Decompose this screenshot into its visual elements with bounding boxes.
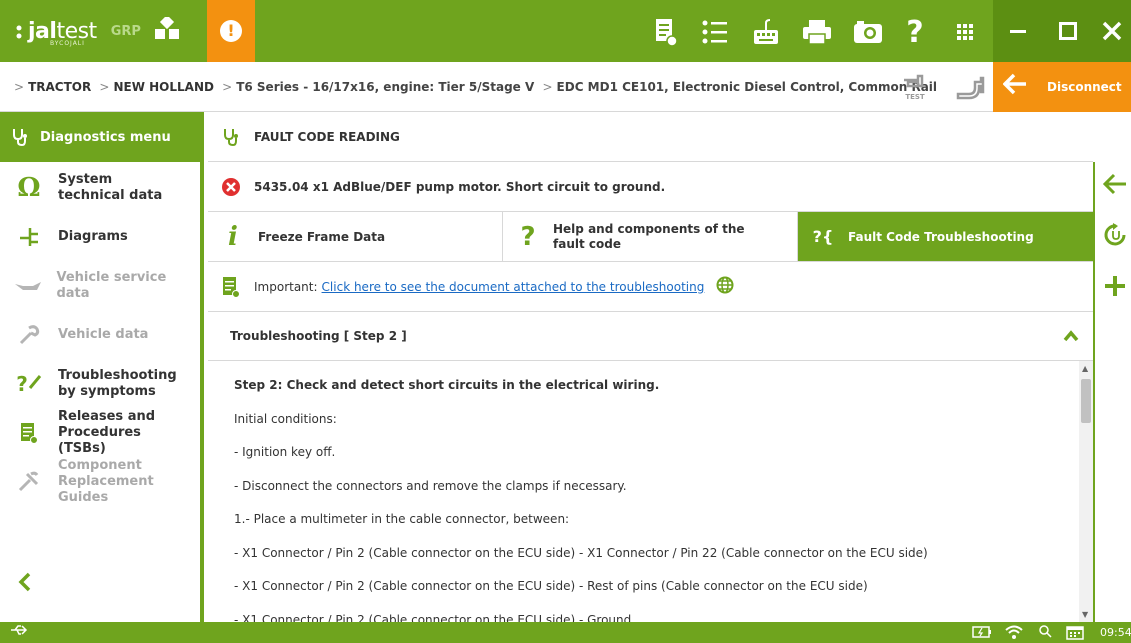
minimize-icon[interactable] [1003,16,1033,46]
content-line: - X1 Connector / Pin 2 (Cable connector … [234,579,868,593]
camera-icon[interactable] [853,18,883,46]
error-icon [208,177,254,197]
content-line: Initial conditions: [234,411,337,426]
breadcrumb-system[interactable]: EDC MD1 CE101, Electronic Diesel Control… [557,80,937,94]
content-line: - Disconnect the connectors and remove t… [234,478,627,493]
step-title: Troubleshooting [ Step 2 ] [230,329,407,343]
stethoscope-icon [0,127,40,147]
plug-connector-icon[interactable] [955,74,985,104]
oil-can-icon [0,278,56,294]
tools-icon [0,471,58,493]
logo-dots-icon [16,25,22,38]
main-panel: FAULT CODE READING 5435.04 x1 AdBlue/DEF… [208,112,1093,622]
window-controls [993,0,1131,62]
clock: 09:54 [1100,626,1131,639]
important-notice: Important: Click here to see the documen… [208,262,1093,312]
stethoscope-icon [208,127,254,147]
disconnect-button[interactable]: Disconnect [993,62,1131,112]
breadcrumb-model[interactable]: T6 Series - 16/17x16, engine: Tier 5/Sta… [236,80,534,94]
page-header: FAULT CODE READING [208,112,1093,162]
apps-grid-icon[interactable] [950,18,980,46]
fault-code-text: 5435.04 x1 AdBlue/DEF pump motor. Short … [254,179,666,194]
omega-icon: Ω [17,173,41,203]
page-title: FAULT CODE READING [254,129,400,144]
report-icon[interactable] [651,18,681,47]
troubleshoot-icon: ? [0,372,58,396]
sidebar-item-vehicle-data[interactable]: Vehicle data [0,311,200,359]
sidebar: Diagnostics menu Ω System technical data… [0,112,204,622]
test-connector-icon[interactable]: TEST [900,72,930,106]
content-line: - X1 Connector / Pin 2 (Cable connector … [234,545,928,560]
modules-icon[interactable] [153,14,181,45]
wifi-icon[interactable] [1004,624,1024,643]
chevron-up-icon[interactable] [1063,326,1079,347]
right-action-bar [1093,162,1131,622]
refresh-diagnosis-icon[interactable] [1103,222,1129,255]
search-icon[interactable] [1036,624,1054,643]
sidebar-item-component-replacement-guides[interactable]: Component Replacement Guides [0,458,200,506]
sidebar-item-releases-and-procedures[interactable]: Releases and Procedures (TSBs) [0,409,200,457]
logo-group: GRP [110,23,141,39]
usb-icon [10,624,28,640]
jaltest-logo: jaltest BYCOJALI GRP [0,0,207,62]
scroll-thumb[interactable] [1081,379,1091,423]
content-line: 1.- Place a multimeter in the cable conn… [234,512,570,526]
sidebar-item-system-technical-data[interactable]: Ω System technical data [0,164,200,212]
sidebar-item-vehicle-service-data[interactable]: Vehicle service data [0,262,200,310]
sidebar-item-diagrams[interactable]: Diagrams [0,213,200,261]
tab-freeze-frame-data[interactable]: i Freeze Frame Data [208,212,503,261]
disconnect-label: Disconnect [1047,80,1122,94]
calendar-icon[interactable] [1066,624,1084,643]
document-icon [208,276,254,298]
breadcrumb-tractor[interactable]: TRACTOR [28,80,91,94]
globe-icon[interactable] [716,276,734,297]
status-bar: 09:54 [0,622,1131,643]
diagram-icon [0,226,58,248]
troubleshooting-content: Step 2: Check and detect short circuits … [208,361,1093,622]
content-line: - Ignition key off. [234,445,336,459]
attached-document-link[interactable]: Click here to see the document attached … [322,280,705,294]
important-label: Important: [254,279,318,294]
logo-subtitle: BYCOJALI [50,40,85,47]
alert-button[interactable]: ! [207,0,255,62]
tab-fault-code-troubleshooting[interactable]: ?{ Fault Code Troubleshooting [798,212,1093,261]
breadcrumb: > TRACTOR > NEW HOLLAND > T6 Series - 16/17… [14,80,938,94]
wrench-icon [0,324,58,346]
list-icon[interactable] [700,18,730,46]
sidebar-header-label: Diagnostics menu [40,129,171,145]
troubleshooting-step-header[interactable]: Troubleshooting [ Step 2 ] [208,312,1093,361]
troubleshooting-icon: ?{ [812,227,834,246]
svg-text:TEST: TEST [905,93,925,101]
sidebar-header-diagnostics[interactable]: Diagnostics menu [0,112,200,162]
document-icon [0,422,58,444]
maximize-icon[interactable] [1053,16,1083,46]
breadcrumb-new-holland[interactable]: NEW HOLLAND [113,80,213,94]
fault-code-row: 5435.04 x1 AdBlue/DEF pump motor. Short … [208,162,1093,212]
content-line: - X1 Connector / Pin 2 (Cable connector … [234,612,632,623]
scroll-down-icon[interactable]: ▼ [1082,610,1088,619]
info-icon: i [228,221,238,252]
question-icon: ? [520,221,536,252]
help-icon[interactable]: ? [900,15,930,50]
tab-bar: i Freeze Frame Data ? Help and component… [208,212,1093,262]
exclamation-icon: ! [220,20,242,42]
sidebar-item-troubleshooting-by-symptoms[interactable]: ? Troubleshooting by symptoms [0,360,200,408]
top-toolbar: jaltest BYCOJALI GRP ! ? [0,0,1131,62]
close-icon[interactable] [1097,16,1127,46]
content-scrollbar[interactable]: ▲ ▼ [1079,361,1093,622]
system-tray [972,624,1084,643]
keyboard-icon[interactable] [751,18,781,46]
plus-icon[interactable] [1103,274,1127,305]
back-arrow-icon[interactable] [1102,172,1127,202]
back-chevron-icon[interactable] [18,567,32,600]
content-line: Step 2: Check and detect short circuits … [234,378,660,392]
tab-help-and-components[interactable]: ? Help and components of the fault code [503,212,798,261]
arrow-left-icon [1002,72,1033,102]
print-icon[interactable] [802,18,832,46]
battery-icon[interactable] [972,625,992,642]
scroll-up-icon[interactable]: ▲ [1082,364,1088,373]
